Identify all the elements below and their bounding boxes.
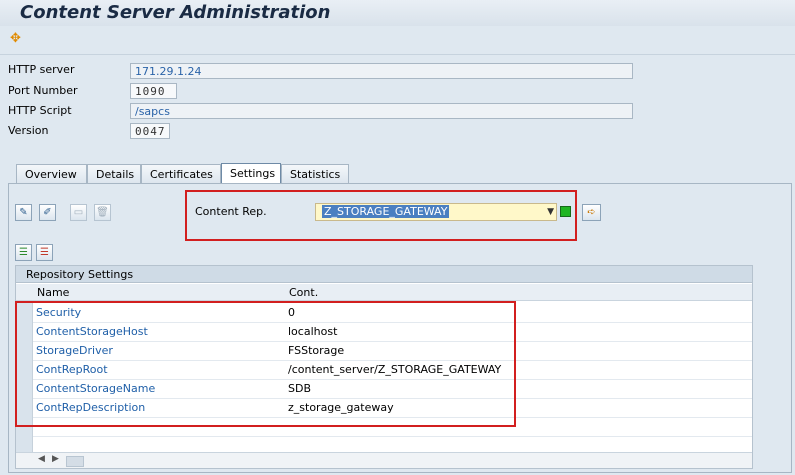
scroll-right-icon[interactable]: ▶ <box>52 454 59 464</box>
status-indicator-icon <box>560 206 571 217</box>
delete-button[interactable]: 🗑 <box>94 204 111 221</box>
edit-button[interactable]: ✐ <box>39 204 56 221</box>
table-title: Repository Settings <box>16 266 752 283</box>
scroll-left-icon[interactable]: ◀ <box>38 454 45 464</box>
column-header-name[interactable]: Name <box>34 284 286 301</box>
row-selector[interactable] <box>16 436 33 452</box>
http-server-field[interactable]: 171.29.1.24 <box>130 63 633 79</box>
execute-arrow-button[interactable]: ➪ <box>582 204 601 221</box>
settings-rows-highlight <box>15 301 516 427</box>
delete-row-icon[interactable]: ☰ <box>36 244 53 261</box>
port-number-label: Port Number <box>8 84 78 97</box>
save-button[interactable]: ▭ <box>70 204 87 221</box>
tab-statistics[interactable]: Statistics <box>281 164 349 183</box>
http-script-field[interactable]: /sapcs <box>130 103 633 119</box>
tab-details-label: Details <box>96 168 135 181</box>
tab-certificates[interactable]: Certificates <box>141 164 221 183</box>
tab-overview-label: Overview <box>25 168 77 181</box>
window-title: Content Server Administration <box>20 2 331 23</box>
chevron-down-icon[interactable]: ▼ <box>547 204 554 220</box>
port-number-field[interactable]: 1090 <box>130 83 177 99</box>
insert-row-icon[interactable]: ☰ <box>15 244 32 261</box>
tab-statistics-label: Statistics <box>290 168 341 181</box>
version-label: Version <box>8 124 49 137</box>
content-rep-dropdown[interactable]: Z_STORAGE_GATEWAY ▼ <box>315 203 557 221</box>
display-change-button[interactable]: ✎ <box>15 204 32 221</box>
column-header-cont[interactable]: Cont. <box>286 284 752 301</box>
scroll-thumb[interactable] <box>66 456 84 467</box>
horizontal-scrollbar[interactable]: ◀ ▶ <box>16 452 752 468</box>
application-toolbar <box>0 26 795 55</box>
content-rep-value: Z_STORAGE_GATEWAY <box>322 205 450 218</box>
tab-certificates-label: Certificates <box>150 168 213 181</box>
table-row[interactable] <box>16 436 752 453</box>
title-bar: Content Server Administration <box>0 0 795 26</box>
http-server-label: HTTP server <box>8 63 75 76</box>
content-rep-label: Content Rep. <box>195 205 267 218</box>
tab-settings-label: Settings <box>230 167 276 180</box>
tab-settings[interactable]: Settings <box>221 163 281 184</box>
transport-icon[interactable]: ✥ <box>10 32 24 46</box>
select-all-cell[interactable] <box>16 284 34 301</box>
http-script-label: HTTP Script <box>8 104 72 117</box>
tab-details[interactable]: Details <box>87 164 141 183</box>
version-field[interactable]: 0047 <box>130 123 170 139</box>
tab-overview[interactable]: Overview <box>16 164 87 183</box>
